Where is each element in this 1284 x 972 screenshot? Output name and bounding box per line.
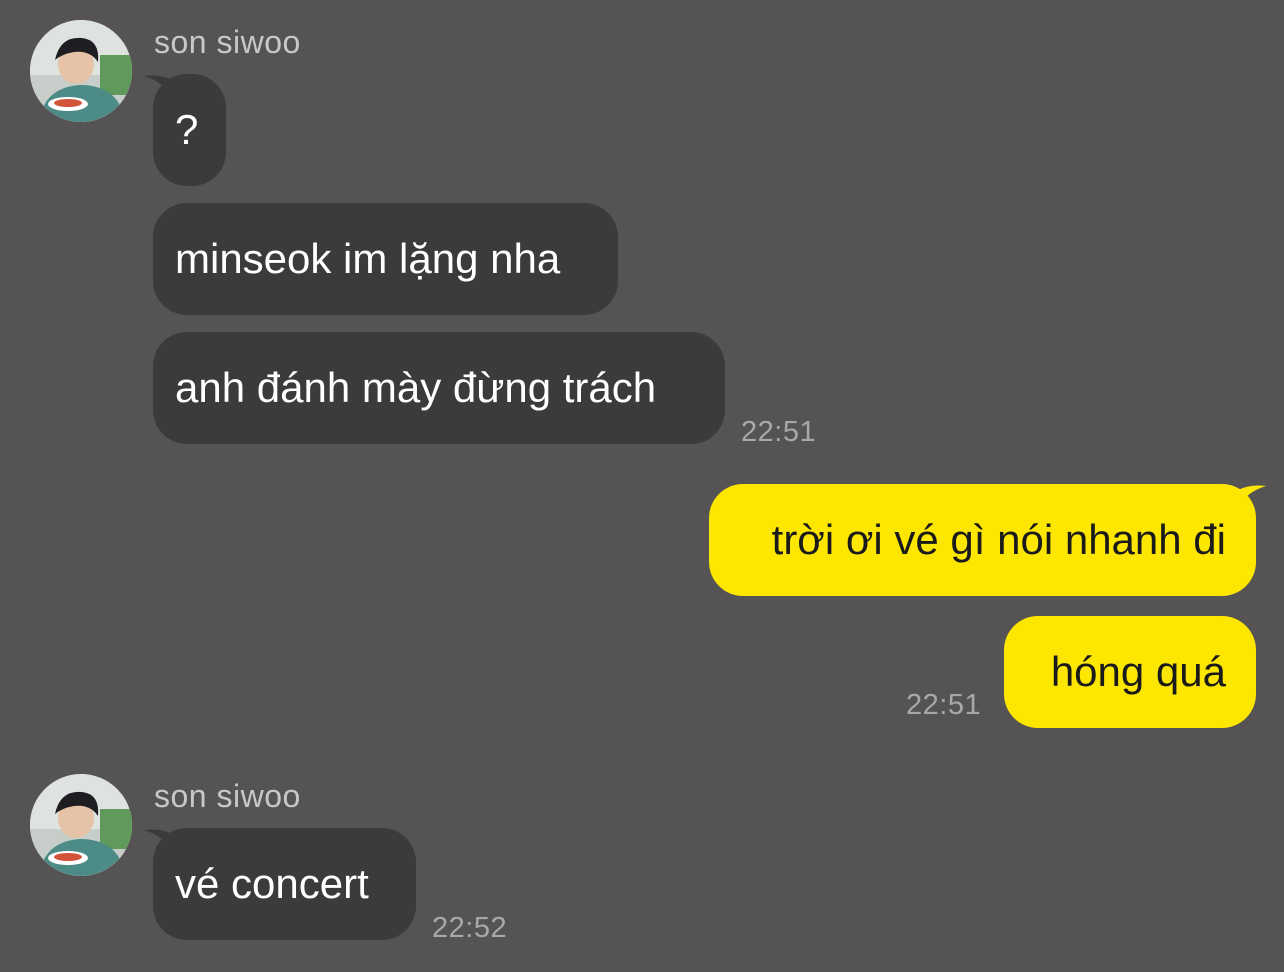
message-bubble[interactable]: ? bbox=[153, 74, 226, 186]
message-bubble[interactable]: minseok im lặng nha bbox=[153, 203, 618, 315]
message-bubble[interactable]: anh đánh mày đừng trách bbox=[153, 332, 725, 444]
message-bubble[interactable]: trời ơi vé gì nói nhanh đi bbox=[709, 484, 1256, 596]
avatar-photo bbox=[30, 774, 132, 876]
message-text: anh đánh mày đừng trách bbox=[175, 364, 657, 411]
sender-avatar[interactable] bbox=[30, 774, 132, 876]
sender-avatar[interactable] bbox=[30, 20, 132, 122]
sender-name: son siwoo bbox=[154, 778, 301, 814]
message-text: hóng quá bbox=[1050, 648, 1226, 695]
message-bubble[interactable]: vé concert bbox=[153, 828, 416, 940]
message-bubble[interactable]: hóng quá bbox=[1004, 616, 1256, 728]
message-timestamp: 22:52 bbox=[432, 912, 508, 944]
message-timestamp: 22:51 bbox=[741, 416, 817, 448]
message-text: ? bbox=[175, 106, 199, 153]
message-timestamp: 22:51 bbox=[906, 689, 982, 721]
message-text: minseok im lặng nha bbox=[175, 235, 561, 282]
sender-name: son siwoo bbox=[154, 24, 301, 60]
message-text: vé concert bbox=[175, 860, 369, 907]
avatar-photo bbox=[30, 20, 132, 122]
message-text: trời ơi vé gì nói nhanh đi bbox=[771, 516, 1226, 563]
